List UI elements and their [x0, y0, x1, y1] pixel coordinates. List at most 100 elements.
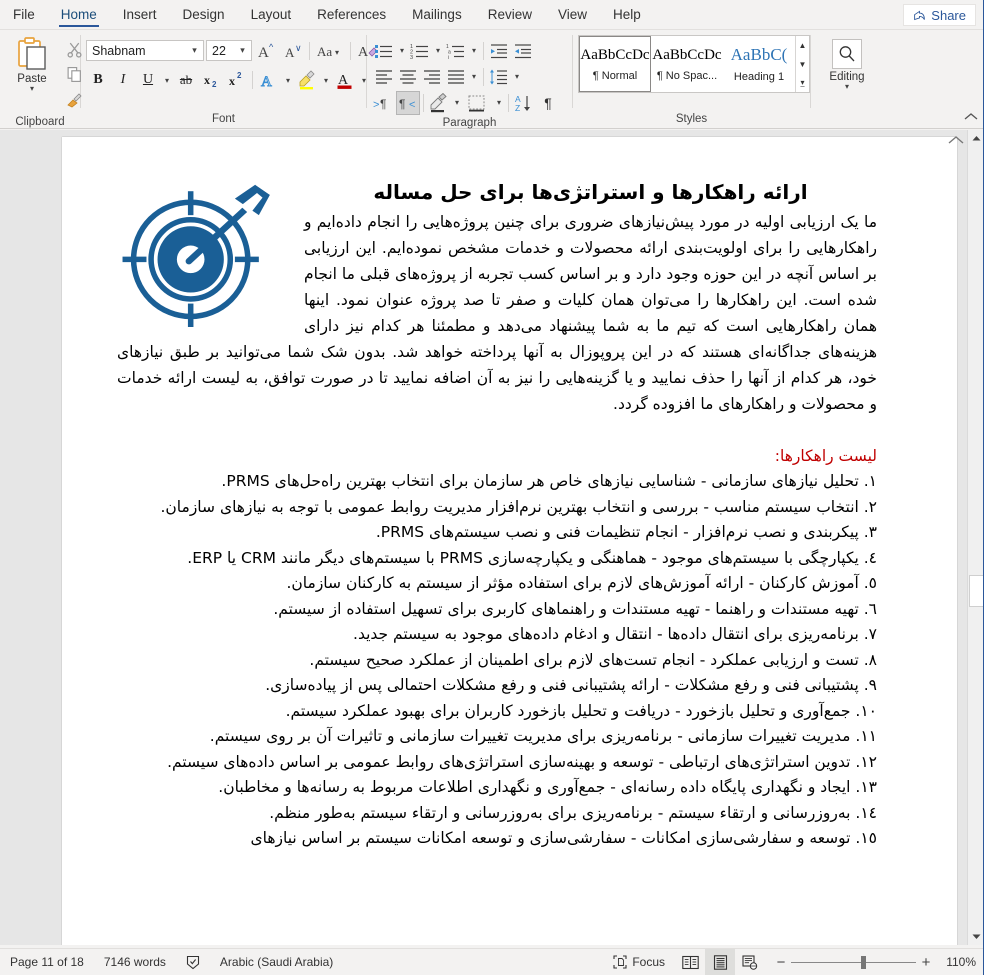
vertical-scrollbar[interactable] [967, 130, 984, 945]
increase-indent-button[interactable] [511, 39, 535, 63]
multilevel-list-icon: 1 a i [446, 44, 464, 60]
tab-view[interactable]: View [545, 3, 600, 29]
focus-mode-button[interactable]: Focus [603, 949, 675, 975]
tab-review[interactable]: Review [475, 3, 545, 29]
numbering-dropdown[interactable]: ▾ [432, 39, 444, 63]
numbering-button[interactable]: 1 2 3 [408, 39, 432, 63]
justify-button[interactable] [444, 65, 468, 89]
scroll-top-chevron-icon[interactable] [948, 134, 964, 148]
left-to-right-button[interactable]: > ¶ [372, 91, 396, 115]
share-button[interactable]: Share [903, 4, 976, 26]
share-icon [913, 9, 926, 22]
zoom-level[interactable]: 110% [942, 955, 984, 969]
tab-help[interactable]: Help [600, 3, 654, 29]
align-right-button[interactable] [420, 65, 444, 89]
italic-button[interactable]: I [111, 68, 135, 92]
grow-font-button[interactable]: A ^ [254, 39, 278, 63]
italic-label: I [120, 72, 126, 87]
list-item: ٤. یکپارچگی با سیستم‌های موجود - هماهنگی… [187, 548, 877, 567]
line-spacing-dropdown[interactable]: ▾ [511, 65, 523, 89]
tab-mailings[interactable]: Mailings [399, 3, 475, 29]
collapse-ribbon-icon[interactable] [964, 112, 978, 124]
text-effects-button[interactable]: A [257, 68, 281, 92]
text-highlight-button[interactable] [295, 68, 319, 92]
chevron-down-icon[interactable]: ▾ [845, 83, 849, 91]
bullets-dropdown[interactable]: ▾ [396, 39, 408, 63]
style-heading-1[interactable]: AaBbC( Heading 1 [723, 36, 795, 92]
svg-text:¶: ¶ [380, 97, 386, 111]
line-spacing-button[interactable] [487, 65, 511, 89]
align-center-button[interactable] [396, 65, 420, 89]
right-to-left-button[interactable]: ¶ < [396, 90, 420, 115]
document-content[interactable]: ارائه راهکارها و استراتژی‌ها برای حل مسا… [117, 177, 877, 852]
tab-layout[interactable]: Layout [238, 3, 305, 29]
strikethrough-button[interactable]: ab [174, 68, 198, 92]
underline-button[interactable]: U [136, 68, 160, 92]
borders-icon [468, 95, 485, 112]
subscript-button[interactable]: x 2 [199, 68, 223, 92]
zoom-slider[interactable]: − + [765, 954, 942, 971]
print-layout-button[interactable] [705, 948, 735, 975]
show-formatting-marks-button[interactable]: ¶ [536, 91, 560, 115]
page-indicator[interactable]: Page 11 of 18 [0, 949, 94, 975]
bold-label: B [93, 72, 103, 87]
decrease-indent-icon [491, 43, 507, 58]
scrollbar-thumb[interactable] [969, 575, 984, 607]
multilevel-list-button[interactable]: 1 a i [444, 39, 468, 63]
paste-button[interactable]: Paste ▾ [5, 36, 59, 114]
copy-icon[interactable] [66, 66, 83, 88]
text-effects-dropdown[interactable]: ▾ [282, 68, 294, 92]
right-to-left-icon: ¶ < [399, 97, 415, 111]
scroll-up-button[interactable] [968, 130, 984, 147]
zoom-in-button[interactable]: + [916, 954, 936, 971]
font-size-combo[interactable]: 22 ▾ [206, 40, 252, 61]
shrink-font-button[interactable]: A ∨ [280, 39, 304, 63]
tab-insert[interactable]: Insert [110, 3, 170, 29]
zoom-thumb[interactable] [861, 955, 866, 969]
style-preview: AaBbCcDc [580, 46, 650, 63]
shading-dropdown[interactable]: ▾ [451, 91, 463, 115]
tab-file[interactable]: File [0, 3, 48, 29]
document-canvas[interactable]: ارائه راهکارها و استراتژی‌ها برای حل مسا… [0, 130, 984, 945]
multilevel-dropdown[interactable]: ▾ [468, 39, 480, 63]
underline-dropdown[interactable]: ▾ [161, 68, 173, 92]
borders-button[interactable] [463, 91, 493, 115]
cut-icon[interactable] [66, 41, 83, 63]
sort-button[interactable]: A Z [512, 91, 536, 115]
text-highlight-dropdown[interactable]: ▾ [320, 68, 332, 92]
tab-design[interactable]: Design [170, 3, 238, 29]
list-title: لیست راهکارها: [774, 447, 877, 465]
superscript-icon: x 2 [229, 71, 242, 88]
read-mode-button[interactable] [675, 949, 705, 975]
zoom-out-button[interactable]: − [771, 954, 791, 971]
style-normal[interactable]: AaBbCcDc ¶ Normal [578, 35, 652, 93]
zoom-track[interactable] [791, 955, 916, 969]
bullets-button[interactable] [372, 39, 396, 63]
proofing-errors-icon [186, 955, 199, 969]
tab-references[interactable]: References [304, 3, 399, 29]
editing-button[interactable]: Editing ▾ [812, 33, 882, 91]
shading-button[interactable] [427, 91, 451, 115]
font-name-combo[interactable]: Shabnam ▾ [86, 40, 204, 61]
document-page[interactable]: ارائه راهکارها و استراتژی‌ها برای حل مسا… [62, 137, 957, 945]
web-layout-button[interactable] [735, 949, 765, 975]
borders-dropdown[interactable]: ▾ [493, 91, 505, 115]
align-left-button[interactable] [372, 65, 396, 89]
subscript-icon: x 2 [204, 73, 217, 89]
scroll-down-button[interactable] [968, 928, 984, 945]
paste-dropdown-icon[interactable]: ▾ [30, 85, 34, 93]
font-color-button[interactable]: A [333, 68, 357, 92]
language-indicator[interactable]: Arabic (Saudi Arabia) [210, 949, 343, 975]
styles-gallery[interactable]: AaBbCcDc ¶ Normal AaBbCcDc ¶ No Spac... … [578, 35, 810, 93]
superscript-button[interactable]: x 2 [224, 68, 248, 92]
ribbon-tab-bar: File Home Insert Design Layout Reference… [0, 0, 984, 30]
svg-text:▾: ▾ [335, 48, 339, 57]
proofing-errors-button[interactable] [176, 949, 210, 975]
word-count[interactable]: 7146 words [94, 949, 176, 975]
justify-dropdown[interactable]: ▾ [468, 65, 480, 89]
style-no-spacing[interactable]: AaBbCcDc ¶ No Spac... [651, 36, 723, 92]
tab-home[interactable]: Home [48, 3, 110, 29]
change-case-button[interactable]: Aa ▾ [315, 39, 345, 63]
decrease-indent-button[interactable] [487, 39, 511, 63]
bold-button[interactable]: B [86, 68, 110, 92]
